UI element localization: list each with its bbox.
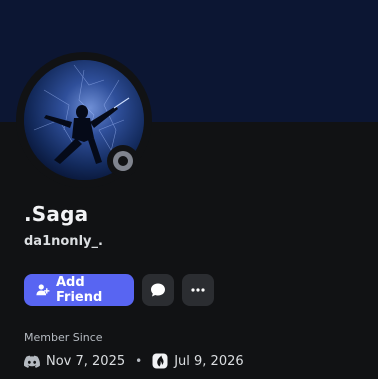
add-friend-label: Add Friend <box>56 275 103 305</box>
ellipsis-icon <box>190 282 206 298</box>
add-friend-button[interactable]: Add Friend <box>24 274 134 306</box>
member-since-label: Member Since <box>24 331 103 344</box>
profile-actions: Add Friend <box>24 274 214 306</box>
status-offline-icon <box>113 151 133 171</box>
discord-join-date: Nov 7, 2025 <box>46 353 126 369</box>
member-since-dates: Nov 7, 2025 • Jul 9, 2026 <box>24 353 244 369</box>
server-join-date: Jul 9, 2026 <box>174 353 244 369</box>
username[interactable]: da1nonly_. <box>24 234 103 249</box>
discord-logo-icon <box>24 355 40 368</box>
add-friend-icon <box>36 283 50 297</box>
display-name: .Saga <box>24 202 89 226</box>
chat-bubble-icon <box>150 282 166 298</box>
date-separator: • <box>135 354 143 368</box>
profile-card: .Saga da1nonly_. Add Friend Member Since… <box>0 0 378 379</box>
server-icon <box>152 353 168 369</box>
more-button[interactable] <box>182 274 214 306</box>
message-button[interactable] <box>142 274 174 306</box>
